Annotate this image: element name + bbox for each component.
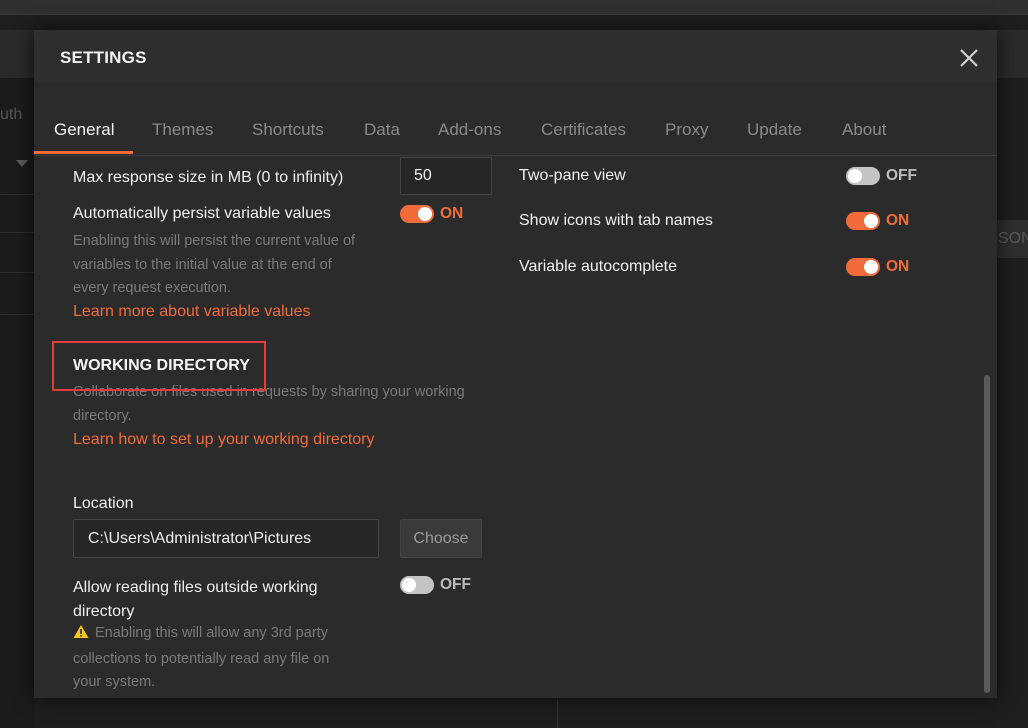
show-icons-label: Show icons with tab names: [519, 212, 713, 229]
show-icons-toggle[interactable]: [846, 212, 880, 230]
background-divider: [0, 272, 34, 273]
two-pane-view-state: OFF: [886, 167, 917, 184]
background-topbar: [0, 0, 1028, 15]
highlight-annotation-box: [52, 341, 266, 391]
settings-content: Max response size in MB (0 to infinity) …: [34, 156, 997, 698]
active-tab-indicator: [34, 151, 133, 154]
location-label: Location: [73, 495, 134, 512]
persist-variables-state: ON: [440, 205, 464, 222]
settings-modal: SETTINGS General Themes Shortcuts Data A…: [34, 30, 997, 698]
tab-about[interactable]: About: [842, 120, 886, 140]
tab-themes[interactable]: Themes: [152, 120, 213, 140]
toggle-knob: [864, 260, 878, 274]
allow-reading-warning: Enabling this will allow any 3rd party c…: [73, 624, 330, 690]
persist-variables-toggle[interactable]: [400, 205, 434, 223]
background-partial-text-right: SON: [998, 230, 1028, 247]
background-partial-text: uth: [0, 106, 23, 123]
background-divider: [0, 314, 34, 315]
modal-title: SETTINGS: [60, 48, 147, 67]
background-divider: [0, 232, 34, 233]
tab-update[interactable]: Update: [747, 120, 802, 140]
toggle-knob: [848, 169, 862, 183]
toggle-knob: [864, 214, 878, 228]
persist-variables-label: Automatically persist variable values: [73, 205, 331, 222]
background-divider: [0, 194, 34, 195]
close-icon: [960, 49, 978, 67]
variable-autocomplete-state: ON: [886, 258, 910, 275]
modal-header: SETTINGS: [34, 30, 997, 83]
persist-variables-description: Enabling this will persist the current v…: [73, 233, 356, 296]
variable-autocomplete-toggle[interactable]: [846, 258, 880, 276]
background-divider-vertical: [557, 698, 558, 728]
show-icons-state: ON: [886, 212, 910, 229]
two-pane-view-toggle[interactable]: [846, 167, 880, 185]
close-button[interactable]: [956, 45, 982, 71]
allow-reading-label: Allow reading files outside working dire…: [73, 579, 318, 620]
settings-tabs: General Themes Shortcuts Data Add-ons Ce…: [34, 115, 997, 156]
learn-variable-values-link[interactable]: Learn more about variable values: [73, 303, 310, 321]
variable-autocomplete-label: Variable autocomplete: [519, 258, 678, 275]
allow-reading-state: OFF: [440, 576, 471, 593]
choose-button[interactable]: Choose: [400, 519, 482, 558]
scrollbar-thumb[interactable]: [984, 375, 990, 693]
toggle-knob: [402, 578, 416, 592]
allow-reading-toggle[interactable]: [400, 576, 434, 594]
tab-shortcuts[interactable]: Shortcuts: [252, 120, 324, 140]
max-response-input[interactable]: [400, 157, 492, 195]
tab-add-ons[interactable]: Add-ons: [438, 120, 501, 140]
two-pane-view-label: Two-pane view: [519, 167, 626, 184]
tab-proxy[interactable]: Proxy: [665, 120, 708, 140]
location-input[interactable]: [73, 519, 379, 558]
background-left-panel: [0, 78, 34, 728]
tab-data[interactable]: Data: [364, 120, 400, 140]
tab-general[interactable]: General: [54, 120, 114, 140]
working-directory-link[interactable]: Learn how to set up your working directo…: [73, 431, 374, 449]
background-chevron-down-icon: [16, 160, 28, 167]
toggle-knob: [418, 207, 432, 221]
warning-icon: [73, 624, 89, 648]
tab-certificates[interactable]: Certificates: [541, 120, 626, 140]
max-response-label: Max response size in MB (0 to infinity): [73, 169, 344, 186]
